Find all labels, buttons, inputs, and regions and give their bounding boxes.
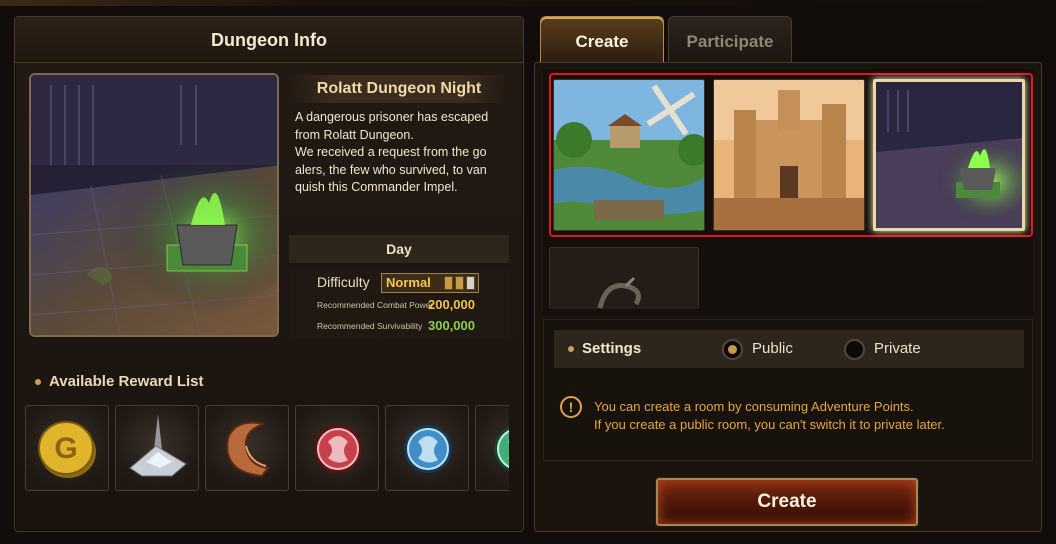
red-rune-orb-icon	[314, 425, 362, 473]
panel-title: Dungeon Info	[15, 17, 523, 63]
horn-icon	[226, 421, 270, 478]
reward-list-title: Available Reward List	[35, 373, 204, 390]
reward-slot-silver[interactable]	[115, 405, 199, 491]
map-thumb-dungeon-night[interactable]	[873, 79, 1025, 231]
notice-line-2: If you create a public room, you can't s…	[594, 417, 945, 432]
reward-slot-green-rune[interactable]	[475, 405, 509, 491]
difficulty-value: Normal	[381, 273, 479, 293]
reward-slot-red-rune[interactable]	[295, 405, 379, 491]
gold-coin-icon: G	[38, 421, 96, 478]
notice-text: You can create a room by consuming Adven…	[594, 398, 945, 434]
create-button[interactable]: Create	[656, 478, 918, 526]
settings-label: Settings	[568, 340, 641, 357]
reward-slot-horn[interactable]	[205, 405, 289, 491]
notice-line-1: You can create a room by consuming Adven…	[594, 399, 914, 414]
difficulty-value-text: Normal	[386, 275, 431, 290]
dungeon-preview-image	[29, 73, 279, 337]
difficulty-pip	[466, 276, 475, 290]
map-thumb-desert-castle[interactable]	[713, 79, 865, 231]
private-radio[interactable]	[844, 339, 865, 360]
combat-power-value: 200,000	[428, 297, 475, 312]
top-strip	[0, 0, 1056, 6]
private-label[interactable]: Private	[874, 340, 921, 357]
combat-power-label: Recommended Combat Power	[317, 300, 434, 310]
svg-text:G: G	[54, 432, 77, 465]
bullet-icon	[568, 346, 574, 353]
map-thumb-dark-serpent[interactable]	[549, 247, 699, 309]
settings-bar: Settings Public Private	[554, 330, 1024, 368]
difficulty-pip	[444, 276, 453, 290]
difficulty-pip	[455, 276, 464, 290]
reward-list-title-text: Available Reward List	[49, 373, 204, 390]
reward-slot-gold[interactable]: G	[25, 405, 109, 491]
map-thumb-windmill-village[interactable]	[553, 79, 705, 231]
create-room-panel: Settings Public Private ! You can create…	[534, 62, 1042, 532]
survivability-label: Recommended Survivability	[317, 321, 423, 331]
survivability-value: 300,000	[428, 318, 475, 333]
reward-slot-blue-rune[interactable]	[385, 405, 469, 491]
settings-label-text: Settings	[582, 340, 642, 357]
dungeon-name: Rolatt Dungeon Night	[289, 75, 509, 103]
difficulty-level-pips	[444, 276, 475, 290]
time-of-day-label: Day	[289, 235, 509, 263]
public-label[interactable]: Public	[752, 340, 793, 357]
tab-participate[interactable]: Participate	[668, 16, 792, 64]
green-rune-orb-icon	[494, 426, 509, 472]
public-radio[interactable]	[722, 339, 743, 360]
warning-icon: !	[560, 396, 582, 418]
map-selection-area	[543, 69, 1033, 315]
tab-create[interactable]: Create	[540, 16, 664, 64]
difficulty-label: Difficulty	[317, 274, 370, 290]
difficulty-stats-box: Difficulty Normal Recommended Combat Pow…	[289, 269, 509, 339]
blue-rune-orb-icon	[404, 425, 452, 473]
silver-ore-icon	[129, 414, 187, 477]
dungeon-info-panel: Dungeon Info Rolatt Dungeon Night A dang…	[14, 16, 524, 532]
dungeon-description: A dangerous prisoner has escaped from Ro…	[295, 110, 489, 194]
bullet-icon	[35, 379, 41, 386]
settings-box: Settings Public Private ! You can create…	[543, 319, 1033, 461]
reward-list[interactable]: G	[25, 405, 509, 493]
